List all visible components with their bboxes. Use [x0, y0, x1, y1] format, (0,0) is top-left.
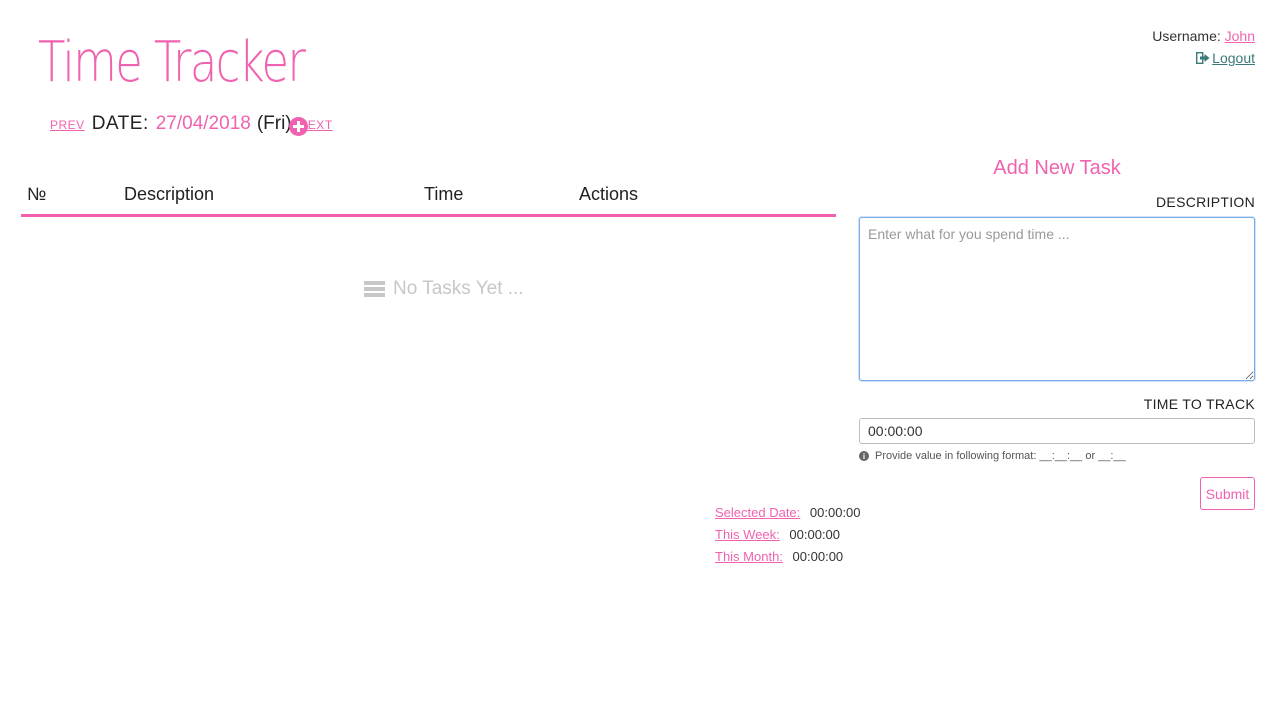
selected-date-link[interactable]: Selected Date:	[715, 505, 800, 520]
time-format-hint: i Provide value in following format: __:…	[859, 450, 1126, 462]
time-to-track-input[interactable]	[859, 418, 1255, 444]
column-header-description: Description	[124, 184, 215, 204]
sign-out-icon	[1196, 52, 1210, 64]
column-header-actions: Actions	[579, 184, 639, 204]
total-selected-date: Selected Date: 00:00:00	[715, 502, 861, 524]
username-row: Username: John	[1152, 25, 1255, 47]
logout-row: Logout	[1152, 47, 1255, 70]
this-week-total: 00:00:00	[789, 527, 841, 542]
current-date: 27/04/2018	[155, 113, 251, 134]
submit-button[interactable]: Submit	[1200, 477, 1255, 510]
empty-state: No Tasks Yet ...	[364, 278, 524, 300]
username-label: Username:	[1152, 28, 1221, 44]
empty-state-text: No Tasks Yet ...	[393, 278, 524, 299]
column-header-number: №	[27, 184, 47, 204]
time-totals: Selected Date: 00:00:00 This Week: 00:00…	[715, 502, 861, 568]
date-label: DATE:	[91, 113, 149, 134]
logout-link[interactable]: Logout	[1196, 47, 1255, 69]
time-to-track-label: TIME TO TRACK	[1143, 396, 1255, 412]
column-header-time: Time	[424, 184, 464, 204]
selected-date-total: 00:00:00	[809, 505, 861, 520]
current-day: (Fri)	[256, 113, 292, 134]
app-title: Time Tracker	[38, 30, 306, 95]
this-month-total: 00:00:00	[792, 549, 844, 564]
username-link[interactable]: John	[1225, 28, 1255, 44]
total-this-week: This Week: 00:00:00	[715, 524, 861, 546]
description-label: DESCRIPTION	[1156, 194, 1255, 210]
description-input[interactable]	[859, 217, 1255, 381]
add-task-title: Add New Task	[993, 157, 1121, 179]
this-week-link[interactable]: This Week:	[715, 527, 780, 542]
time-format-hint-text: Provide value in following format: __:__…	[875, 450, 1126, 462]
tasks-table-header: № Description Time Actions	[21, 180, 836, 217]
list-icon	[364, 281, 385, 297]
plus-circle-icon[interactable]	[289, 117, 308, 136]
this-month-link[interactable]: This Month:	[715, 549, 783, 564]
info-icon: i	[859, 451, 869, 461]
logout-label: Logout	[1212, 50, 1255, 66]
user-panel: Username: John Logout	[1152, 25, 1255, 70]
prev-date-link[interactable]: PREV	[50, 118, 85, 132]
total-this-month: This Month: 00:00:00	[715, 546, 861, 568]
